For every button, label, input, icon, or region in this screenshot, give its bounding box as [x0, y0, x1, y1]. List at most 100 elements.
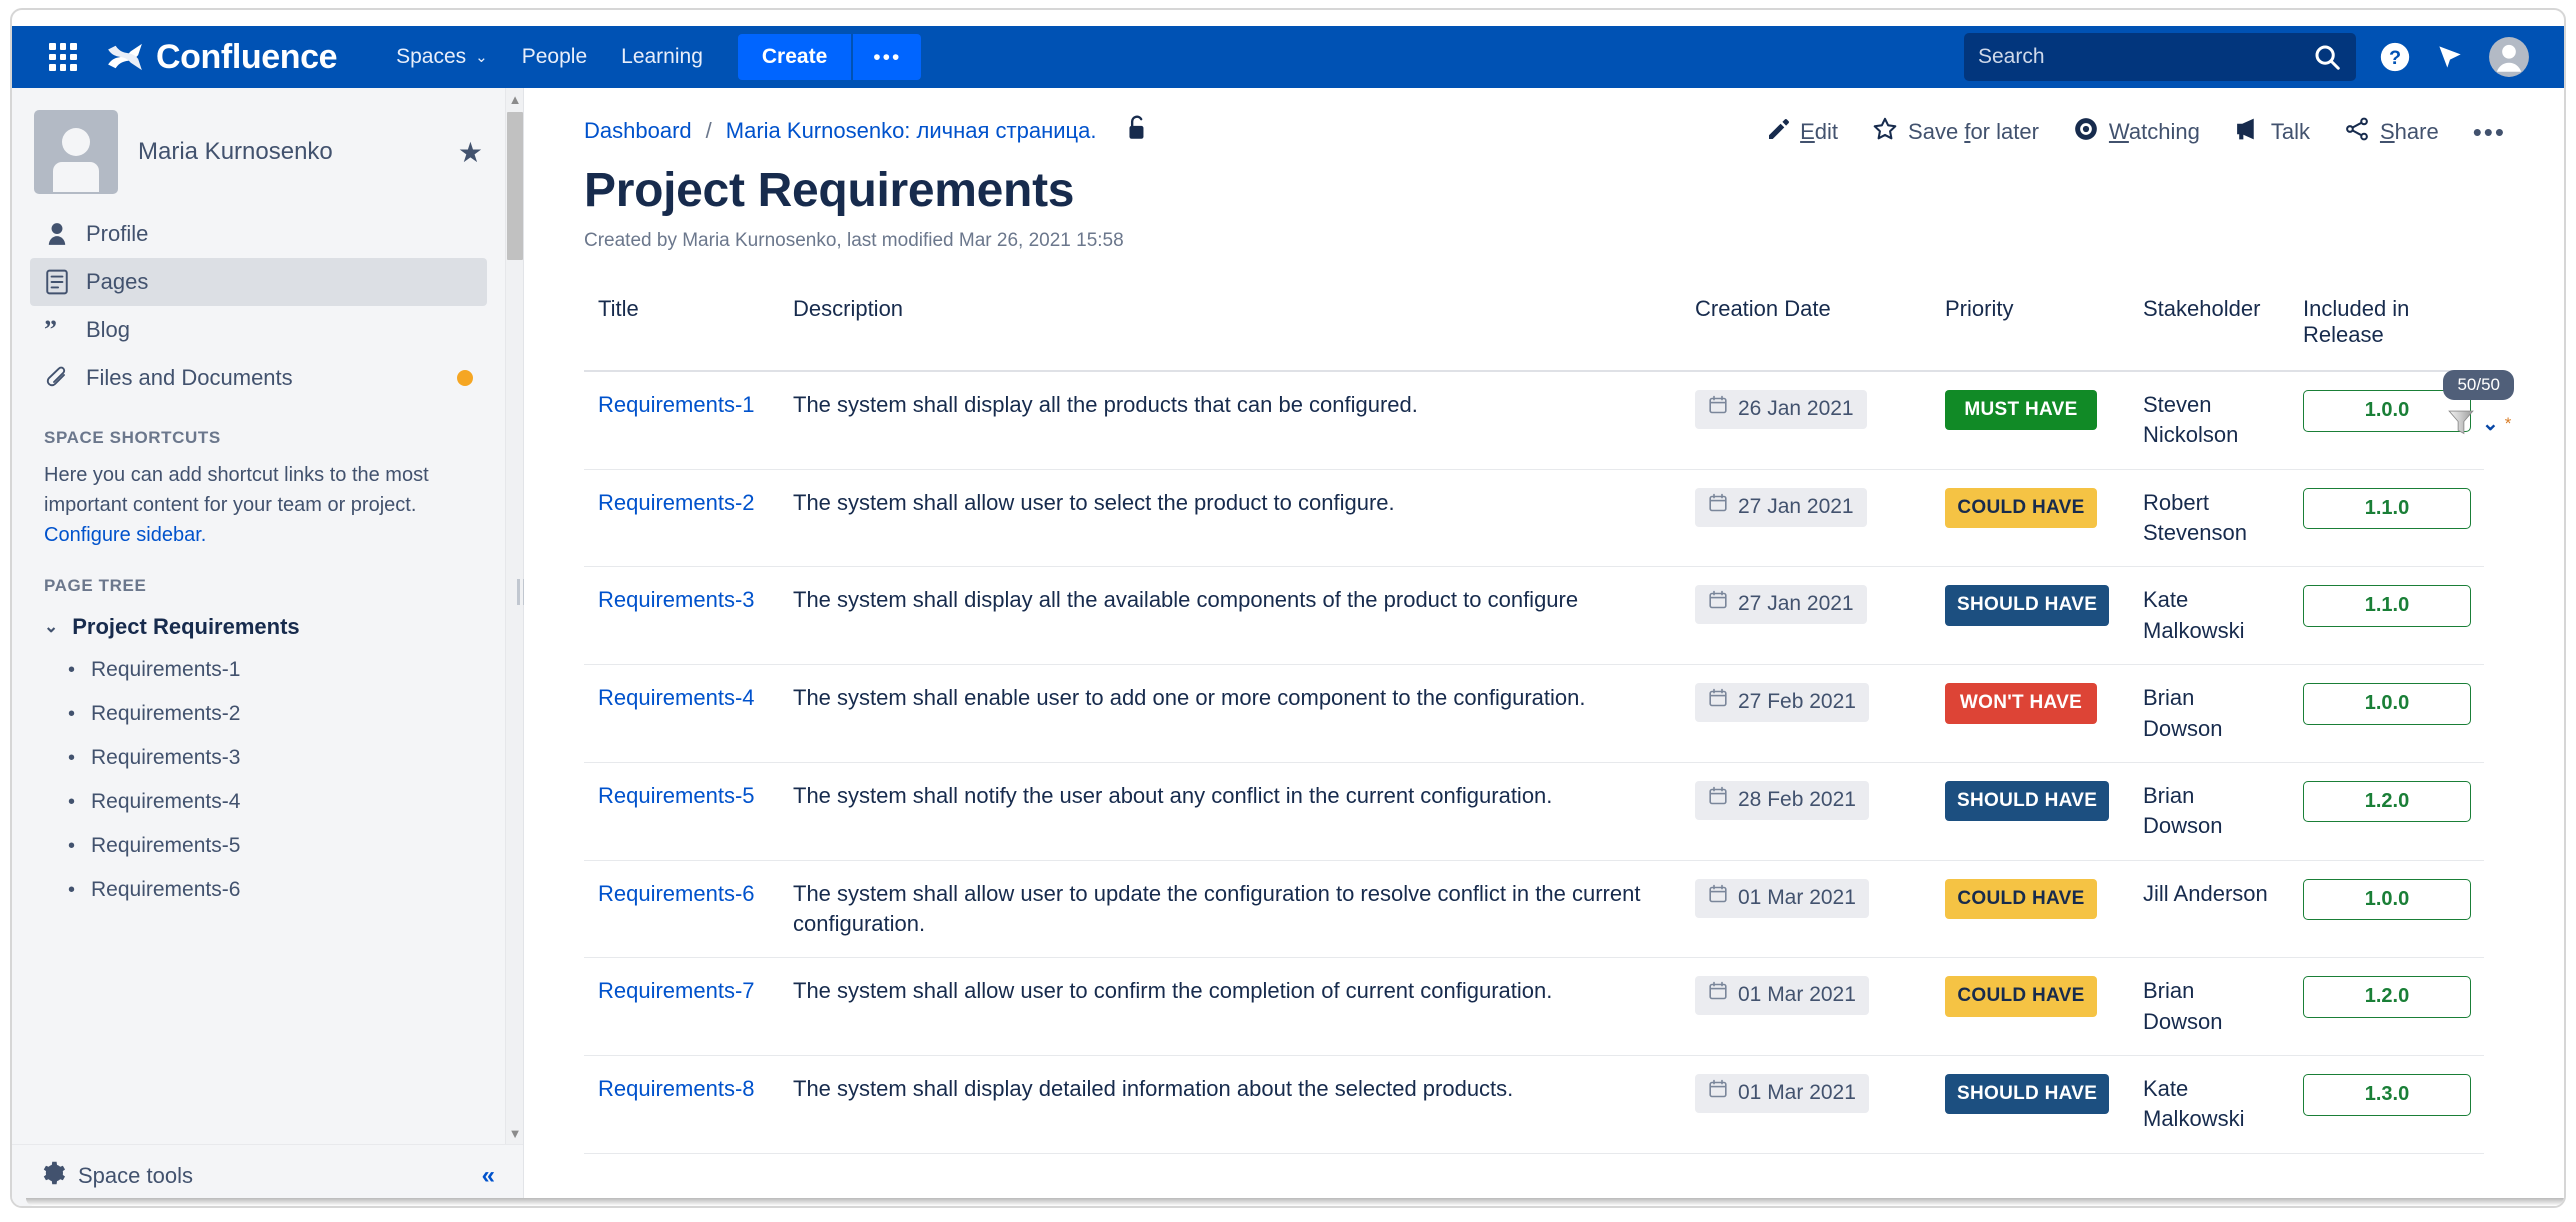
- talk-button[interactable]: Talk: [2234, 116, 2310, 148]
- page-icon: [44, 269, 70, 295]
- cell-release: 1.1.0: [2289, 469, 2484, 567]
- svg-text:”: ”: [44, 319, 57, 341]
- page-tree-heading: PAGE TREE: [12, 550, 505, 606]
- table-row: Requirements-1The system shall display a…: [584, 371, 2484, 469]
- scroll-up-arrow-icon[interactable]: ▲: [506, 88, 524, 110]
- space-shortcuts-heading: SPACE SHORTCUTS: [12, 402, 505, 458]
- create-button-group: Create •••: [738, 34, 921, 80]
- calendar-icon: [1708, 590, 1728, 619]
- unread-dot-badge: [457, 370, 473, 386]
- cell-description: The system shall allow user to confirm t…: [779, 958, 1681, 1056]
- sidebar-item-pages[interactable]: Pages: [30, 258, 487, 306]
- breadcrumb-space[interactable]: Maria Kurnosenko: личная страница.: [726, 118, 1097, 144]
- user-avatar-icon[interactable]: [2488, 36, 2530, 78]
- date-chip: 01 Mar 2021: [1695, 1074, 1869, 1113]
- filter-toggle[interactable]: ⌄ *: [2446, 406, 2511, 441]
- star-icon[interactable]: ★: [458, 136, 483, 169]
- requirement-link[interactable]: Requirements-1: [598, 392, 755, 417]
- tree-item-requirements-3[interactable]: • Requirements-3: [12, 736, 505, 780]
- sidebar-item-profile[interactable]: Profile: [30, 210, 487, 258]
- collapse-sidebar-icon[interactable]: «: [482, 1162, 495, 1190]
- search-input[interactable]: [1978, 45, 2312, 69]
- cell-stakeholder: Robert Stevenson: [2129, 469, 2289, 567]
- requirement-link[interactable]: Requirements-3: [598, 587, 755, 612]
- nav-learning[interactable]: Learning: [604, 35, 720, 79]
- cell-creation-date: 26 Jan 2021: [1681, 371, 1931, 469]
- requirement-link[interactable]: Requirements-6: [598, 881, 755, 906]
- unlock-icon[interactable]: [1124, 114, 1150, 147]
- help-icon[interactable]: ?: [2378, 40, 2412, 74]
- create-button[interactable]: Create: [738, 34, 851, 80]
- search-box[interactable]: [1964, 33, 2356, 81]
- bullet-icon: •: [68, 704, 75, 724]
- watching-button[interactable]: Watching: [2073, 116, 2200, 148]
- calendar-icon: [1708, 688, 1728, 717]
- confluence-logo[interactable]: Confluence: [106, 38, 337, 77]
- tree-root-project-requirements[interactable]: ⌄ Project Requirements: [12, 606, 505, 648]
- cell-release: 1.0.0: [2289, 860, 2484, 958]
- column-header-stakeholder[interactable]: Stakeholder: [2129, 286, 2289, 371]
- date-text: 01 Mar 2021: [1738, 1079, 1856, 1108]
- column-header-creation-date[interactable]: Creation Date: [1681, 286, 1931, 371]
- column-header-description[interactable]: Description: [779, 286, 1681, 371]
- requirements-table: Title Description Creation Date Priority…: [584, 286, 2484, 1154]
- requirement-link[interactable]: Requirements-4: [598, 685, 755, 710]
- search-icon[interactable]: [2312, 42, 2342, 72]
- cell-creation-date: 01 Mar 2021: [1681, 860, 1931, 958]
- gear-icon[interactable]: [40, 1160, 66, 1191]
- create-more-button[interactable]: •••: [851, 34, 921, 80]
- window-bottom-shadow: [26, 1198, 2566, 1206]
- notification-icon[interactable]: [2434, 41, 2466, 73]
- cell-description: The system shall display all the availab…: [779, 567, 1681, 665]
- space-tools-label[interactable]: Space tools: [78, 1163, 193, 1189]
- chevron-down-icon[interactable]: ⌄: [2482, 411, 2499, 436]
- calendar-icon: [1708, 786, 1728, 815]
- cell-title: Requirements-5: [584, 762, 779, 860]
- description-text: The system shall display all the availab…: [793, 587, 1578, 612]
- nav-people[interactable]: People: [505, 35, 604, 79]
- cell-stakeholder: Steven Nickolson: [2129, 371, 2289, 469]
- sidebar-item-files-and-documents[interactable]: Files and Documents: [30, 354, 487, 402]
- grid-apps-icon[interactable]: [46, 40, 80, 74]
- more-actions-button[interactable]: •••: [2473, 117, 2506, 148]
- breadcrumb-dashboard[interactable]: Dashboard: [584, 118, 692, 144]
- cell-title: Requirements-4: [584, 665, 779, 763]
- tree-item-requirements-5[interactable]: • Requirements-5: [12, 824, 505, 868]
- configure-sidebar-link[interactable]: Configure sidebar.: [44, 524, 206, 546]
- scrollbar-thumb[interactable]: [507, 112, 523, 260]
- column-header-title[interactable]: Title: [584, 286, 779, 371]
- date-chip: 27 Jan 2021: [1695, 488, 1867, 527]
- nav-spaces[interactable]: Spaces ⌄: [379, 35, 505, 79]
- requirement-link[interactable]: Requirements-5: [598, 783, 755, 808]
- requirement-link[interactable]: Requirements-2: [598, 490, 755, 515]
- cell-title: Requirements-7: [584, 958, 779, 1056]
- column-header-included-in-release[interactable]: Included in Release: [2289, 286, 2484, 371]
- sidebar-scrollbar[interactable]: ▲ ▼: [505, 88, 523, 1144]
- tree-item-requirements-6[interactable]: • Requirements-6: [12, 868, 505, 912]
- tree-item-requirements-4[interactable]: • Requirements-4: [12, 780, 505, 824]
- tree-item-requirements-1[interactable]: • Requirements-1: [12, 648, 505, 692]
- column-header-priority[interactable]: Priority: [1931, 286, 2129, 371]
- cell-stakeholder: Brian Dowson: [2129, 665, 2289, 763]
- share-button[interactable]: Share: [2344, 116, 2439, 148]
- filter-funnel-icon[interactable]: [2446, 406, 2476, 441]
- table-row: Requirements-5The system shall notify th…: [584, 762, 2484, 860]
- requirement-link[interactable]: Requirements-8: [598, 1076, 755, 1101]
- edit-button[interactable]: Edit: [1766, 117, 1838, 147]
- space-avatar: [34, 110, 118, 194]
- table-body: Requirements-1 The system shall display a…: [584, 371, 2484, 1153]
- date-chip: 27 Jan 2021: [1695, 585, 1867, 624]
- table-row: Requirements-6The system shall allow use…: [584, 860, 2484, 958]
- page-title: Project Requirements: [584, 163, 2504, 218]
- priority-badge: SHOULD HAVE: [1945, 1074, 2109, 1114]
- tree-item-label: Requirements-6: [91, 878, 240, 902]
- requirement-link[interactable]: Requirements-7: [598, 978, 755, 1003]
- calendar-icon: [1708, 1079, 1728, 1108]
- tree-item-requirements-2[interactable]: • Requirements-2: [12, 692, 505, 736]
- description-text: The system shall allow user to select th…: [793, 490, 1395, 515]
- scroll-down-arrow-icon[interactable]: ▼: [506, 1122, 524, 1144]
- sidebar-item-blog[interactable]: ” Blog: [30, 306, 487, 354]
- chevron-down-icon[interactable]: ⌄: [44, 617, 58, 637]
- save-for-later-button[interactable]: Save for later: [1872, 116, 2039, 148]
- date-text: 27 Feb 2021: [1738, 688, 1856, 717]
